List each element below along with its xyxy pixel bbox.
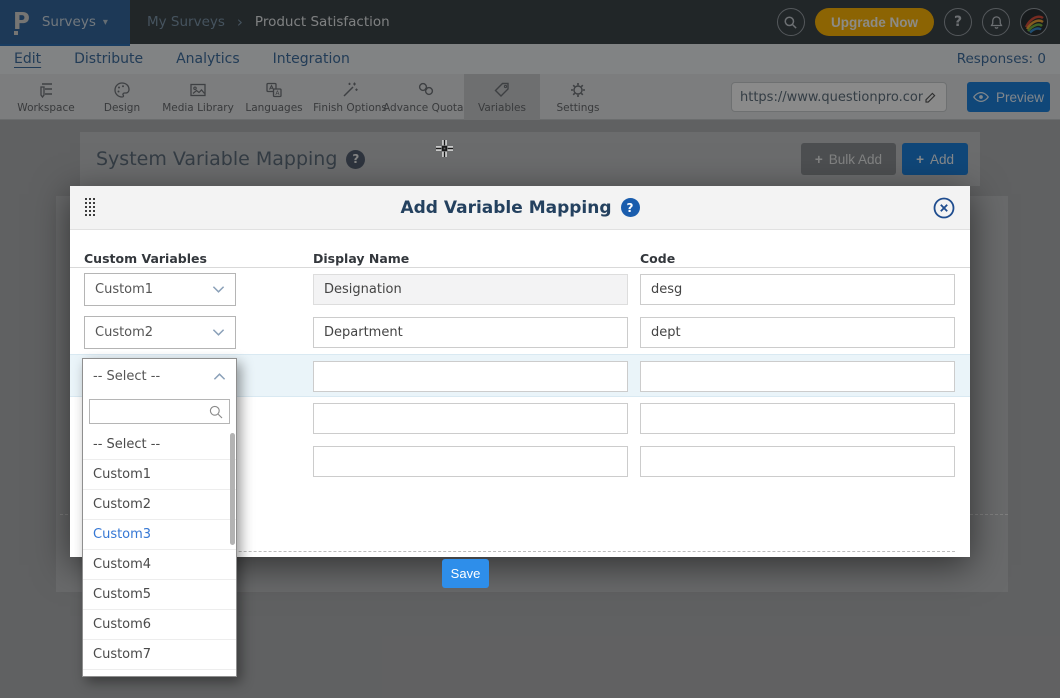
option-partial[interactable] [83, 670, 236, 677]
dropdown-options: -- Select -- Custom1 Custom2 Custom3 Cus… [83, 430, 236, 677]
chevron-up-icon [213, 372, 226, 381]
search-icon [208, 404, 224, 420]
option-custom2[interactable]: Custom2 [83, 490, 236, 520]
mapping-row-1: Custom1 [70, 268, 970, 311]
variable-select-1[interactable]: Custom1 [84, 273, 236, 306]
variable-select-dropdown: -- Select -- -- Select -- Custom1 Custom… [82, 358, 237, 677]
variable-select-3[interactable]: -- Select -- [83, 359, 236, 394]
display-name-input-2[interactable] [313, 317, 628, 348]
code-input-1[interactable] [640, 274, 955, 305]
dropdown-scrollbar[interactable] [230, 433, 235, 545]
display-name-input-4[interactable] [313, 403, 628, 434]
column-code: Code [640, 251, 675, 266]
display-name-input-5[interactable] [313, 446, 628, 477]
mapping-table-header: Custom Variables Display Name Code [70, 230, 970, 268]
dropdown-search [83, 394, 236, 430]
chevron-down-icon [212, 328, 225, 337]
option-custom4[interactable]: Custom4 [83, 550, 236, 580]
option-select[interactable]: -- Select -- [83, 430, 236, 460]
drag-handle-icon[interactable] [85, 198, 97, 218]
column-custom-variables: Custom Variables [84, 251, 207, 266]
modal-close-button[interactable] [933, 197, 955, 219]
column-display-name: Display Name [313, 251, 409, 266]
option-custom1[interactable]: Custom1 [83, 460, 236, 490]
save-button[interactable]: Save [442, 559, 489, 588]
mapping-row-2: Custom2 [70, 311, 970, 354]
code-input-2[interactable] [640, 317, 955, 348]
option-custom5[interactable]: Custom5 [83, 580, 236, 610]
code-input-4[interactable] [640, 403, 955, 434]
code-input-3[interactable] [640, 361, 955, 392]
close-icon [933, 197, 955, 219]
modal-help-icon[interactable]: ? [621, 198, 640, 217]
display-name-input-1[interactable] [313, 274, 628, 305]
option-custom7[interactable]: Custom7 [83, 640, 236, 670]
modal-title: Add Variable Mapping [400, 198, 611, 218]
chevron-down-icon [212, 285, 225, 294]
modal-header: Add Variable Mapping ? [70, 186, 970, 230]
variable-select-2[interactable]: Custom2 [84, 316, 236, 349]
display-name-input-3[interactable] [313, 361, 628, 392]
code-input-5[interactable] [640, 446, 955, 477]
option-custom3[interactable]: Custom3 [83, 520, 236, 550]
option-custom6[interactable]: Custom6 [83, 610, 236, 640]
screen: P Surveys ▾ My Surveys › Product Satisfa… [0, 0, 1060, 698]
